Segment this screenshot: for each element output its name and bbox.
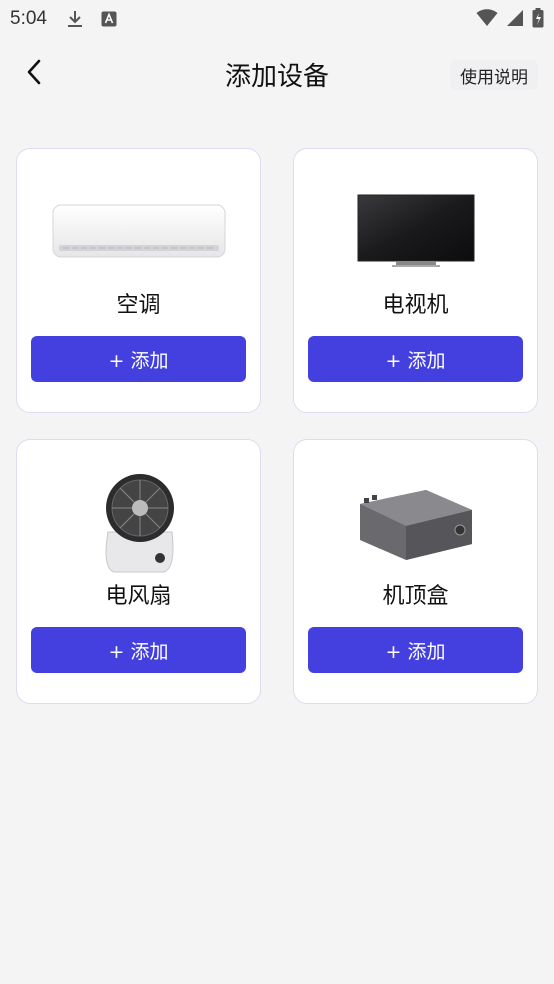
signal-icon (506, 9, 524, 31)
wifi-icon (476, 9, 498, 31)
set-top-box-image (294, 464, 537, 584)
device-card-television: 电视机 + 添加 (293, 148, 538, 413)
add-electric-fan-button[interactable]: + 添加 (31, 627, 246, 673)
device-name: 空调 (116, 293, 161, 318)
device-card-set-top-box: 机顶盒 + 添加 (293, 439, 538, 704)
electric-fan-image (17, 464, 260, 584)
television-image (294, 173, 537, 293)
device-card-air-conditioner: 空调 + 添加 (16, 148, 261, 413)
battery-icon (532, 8, 544, 32)
air-conditioner-image (17, 173, 260, 293)
device-name: 电视机 (382, 293, 449, 318)
device-card-electric-fan: 电风扇 + 添加 (16, 439, 261, 704)
add-air-conditioner-button[interactable]: + 添加 (31, 336, 246, 382)
help-button[interactable]: 使用说明 (450, 60, 538, 90)
status-bar: 5:04 (0, 0, 554, 38)
add-television-button[interactable]: + 添加 (308, 336, 523, 382)
download-icon (65, 9, 85, 29)
status-time: 5:04 (10, 8, 47, 29)
device-name: 电风扇 (105, 584, 172, 609)
add-set-top-box-button[interactable]: + 添加 (308, 627, 523, 673)
device-name: 机顶盒 (382, 584, 449, 609)
font-icon (99, 9, 119, 29)
app-header: 添加设备 使用说明 (0, 48, 554, 100)
